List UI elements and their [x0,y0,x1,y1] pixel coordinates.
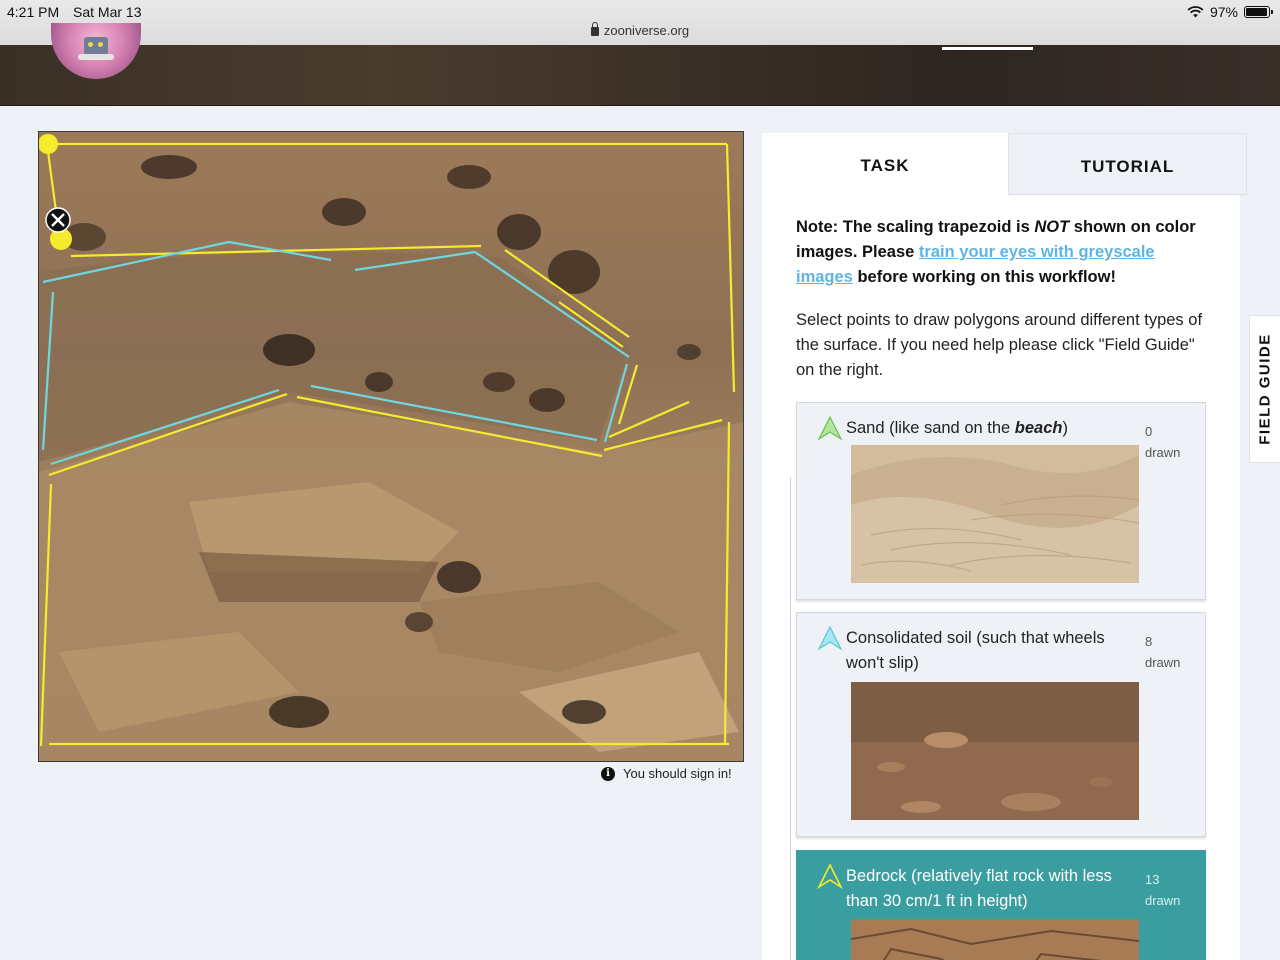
task-instructions: Select points to draw polygons around di… [796,311,1203,379]
note-emphasis: NOT [1034,218,1070,236]
triangle-icon [817,863,843,889]
task-tabs: TASK TUTORIAL [762,133,1247,195]
choice-label-text: Sand (like sand on the [846,419,1015,437]
choice-label: Sand (like sand on the beach) [846,416,1141,441]
choice-label-text: Consolidated soil (such that wheels won'… [846,629,1105,672]
lock-icon [590,22,599,36]
soil-example-image [851,682,1139,820]
status-time: 4:21 PM [7,4,60,20]
sand-example-image [851,445,1139,583]
choice-bedrock[interactable]: Bedrock (relatively flat rock with less … [796,850,1206,960]
url-text: zooniverse.org [603,23,690,38]
choice-consolidated-soil[interactable]: Consolidated soil (such that wheels won'… [796,612,1206,837]
drawn-count-label: drawn [1145,893,1181,908]
choices-divider [790,477,791,960]
choice-label-emphasis: beach [1014,419,1063,437]
subject-image-viewer[interactable] [38,131,744,762]
battery-percent: 97% [1209,4,1238,20]
drawn-count: 13 drawn [1145,869,1180,911]
status-right: 97% [1187,4,1273,20]
choice-sand[interactable]: Sand (like sand on the beach) 0 drawn [796,402,1206,600]
note-text: before working on this workflow! [852,268,1116,286]
info-icon: i [601,766,615,781]
drawn-count: 0 drawn [1145,421,1180,463]
status-date: Sat Mar 13 [73,4,142,20]
triangle-icon [817,625,843,651]
signin-notice: i You should sign in! [601,766,732,781]
tab-tutorial[interactable]: TUTORIAL [1008,133,1247,195]
drawn-count-label: drawn [1145,655,1181,670]
address-bar[interactable]: zooniverse.org [0,22,1280,38]
signin-notice-text: You should sign in! [623,766,732,781]
triangle-icon [817,415,843,441]
project-header-banner [0,23,1280,106]
drawn-count: 8 drawn [1145,631,1180,673]
close-circle-icon[interactable] [45,207,71,233]
project-avatar[interactable] [51,23,141,79]
tab-task[interactable]: TASK [762,133,1008,195]
drawn-count-label: drawn [1145,445,1181,460]
drawn-count-number: 8 [1145,634,1153,649]
choice-label: Bedrock (relatively flat rock with less … [846,864,1141,914]
note-text: Note: The scaling trapezoid is [796,218,1035,236]
status-bar: 4:21 PM Sat Mar 13 zooniverse.org 97% [0,0,1280,45]
wifi-icon [1187,6,1204,18]
choice-label-text: Bedrock (relatively flat rock with less … [846,867,1112,910]
task-note: Note: The scaling trapezoid is NOT shown… [796,215,1216,290]
drawn-count-number: 13 [1145,872,1160,887]
field-guide-label: FIELD GUIDE [1256,333,1274,445]
mars-terrain-image[interactable] [39,132,744,762]
robot-icon [78,37,114,60]
active-nav-indicator [942,47,1033,50]
choice-label: Consolidated soil (such that wheels won'… [846,626,1141,676]
bedrock-example-image [851,919,1139,960]
drawn-count-number: 0 [1145,424,1153,439]
battery-icon [1244,6,1273,18]
task-panel: TASK TUTORIAL Note: The scaling trapezoi… [762,133,1247,960]
choice-label-text: ) [1062,419,1068,437]
field-guide-button[interactable]: FIELD GUIDE [1249,315,1280,463]
